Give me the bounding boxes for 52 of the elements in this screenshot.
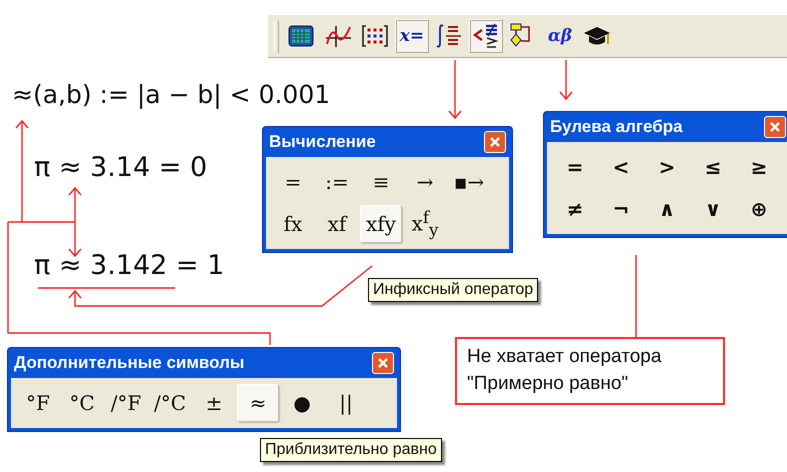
tooltip: Инфиксный оператор — [368, 278, 538, 302]
boolean-icon — [472, 23, 500, 49]
operator-button[interactable]: ≈ — [237, 384, 280, 422]
operator-button[interactable]: /°F — [105, 384, 147, 422]
operator-button[interactable]: → — [404, 163, 446, 201]
math-expression: π ≈ 3.142 = 1 — [34, 250, 224, 281]
tooltip: Приблизительно равно — [260, 438, 442, 462]
operator-button[interactable]: ¬ — [599, 190, 643, 228]
operator-button[interactable]: xf — [316, 205, 358, 243]
note-text: "Примерно равно" — [467, 372, 630, 396]
operator-button[interactable]: := — [316, 163, 358, 201]
operator-button[interactable]: ● — [281, 384, 324, 422]
operator-button[interactable]: fx — [272, 205, 314, 243]
math-expression: π ≈ 3.14 = 0 — [34, 152, 208, 183]
operator-button[interactable]: < — [599, 148, 643, 186]
operator-button[interactable]: xfy — [360, 205, 402, 243]
greek-toolbar-button[interactable]: αβ — [543, 19, 577, 53]
operator-button[interactable]: ≤ — [691, 148, 735, 186]
calculator-icon — [288, 25, 314, 47]
operator-button[interactable]: /°C — [149, 384, 192, 422]
operator-button[interactable]: = — [272, 163, 314, 201]
graph-icon — [324, 24, 352, 48]
close-button[interactable] — [372, 352, 394, 374]
operator-button[interactable]: ∨ — [691, 190, 735, 228]
note-text: Не хватает оператора — [467, 345, 662, 369]
operator-button[interactable]: ∧ — [645, 190, 689, 228]
operator-button[interactable]: ⊕ — [737, 190, 781, 228]
operator-button[interactable]: = — [553, 148, 597, 186]
operator-button[interactable]: °F — [17, 384, 59, 422]
operator-button[interactable]: ≡ — [360, 163, 402, 201]
calculus-icon — [435, 23, 463, 49]
leader-line — [559, 60, 573, 100]
operator-button[interactable]: ≥ — [737, 148, 781, 186]
operator-button[interactable]: ≠ — [553, 190, 597, 228]
evaluation-toolbar-button[interactable]: x= — [395, 19, 429, 53]
close-button[interactable] — [764, 116, 786, 138]
palette-title: Булева алгебра — [550, 117, 683, 137]
operator-button[interactable]: ▪→ — [448, 163, 490, 201]
matrix-icon — [361, 24, 389, 48]
close-button[interactable] — [484, 131, 506, 153]
operator-button[interactable]: || — [325, 384, 368, 422]
close-icon — [769, 121, 781, 133]
operator-button[interactable]: > — [645, 148, 689, 186]
operator-button[interactable]: °C — [61, 384, 103, 422]
close-icon — [489, 136, 501, 148]
math-expression: ≈(a,b) := |a − b| < 0.001 — [12, 80, 330, 109]
palette-title: Дополнительные символы — [14, 353, 244, 373]
operator-button[interactable]: ± — [193, 384, 236, 422]
palette-title: Вычисление — [269, 132, 376, 152]
close-icon — [377, 357, 389, 369]
leader-line — [448, 60, 462, 120]
boolean-toolbar-button[interactable] — [469, 19, 503, 53]
